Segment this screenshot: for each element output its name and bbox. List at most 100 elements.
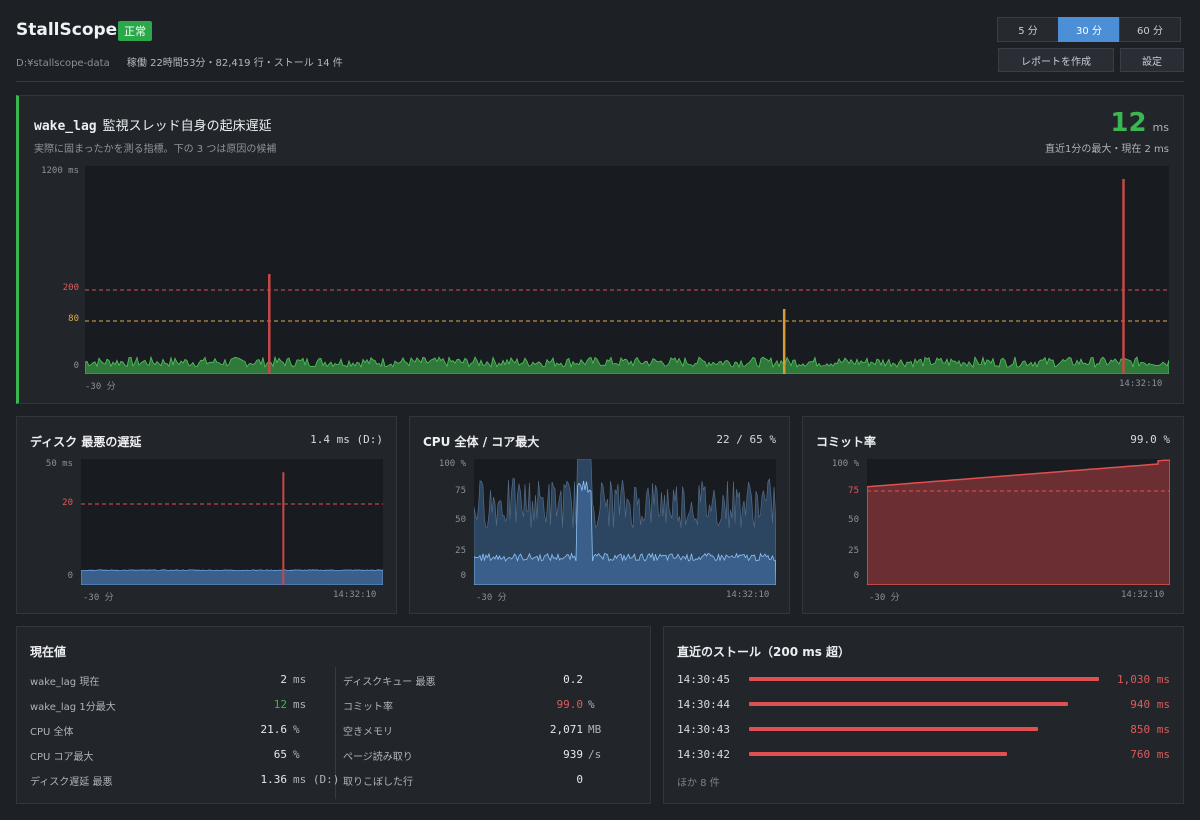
wake-lag-unit: ms bbox=[1152, 121, 1169, 134]
stall-time: 14:30:45 bbox=[677, 673, 730, 686]
wake-lag-number: 12 bbox=[1110, 108, 1147, 138]
x-tick-start: -30 分 bbox=[85, 382, 116, 392]
stall-value: 940 ms bbox=[1130, 698, 1170, 711]
app-title: StallScope bbox=[16, 20, 118, 40]
stall-time: 14:30:42 bbox=[677, 748, 730, 761]
kv-unit: ms bbox=[293, 698, 307, 711]
recent-stalls-title: 直近のストール（200 ms 超） bbox=[677, 645, 851, 659]
commit-x-end: 14:32:10 bbox=[1121, 590, 1165, 600]
data-path: D:¥stallscope-data bbox=[16, 58, 110, 69]
stall-time: 14:30:43 bbox=[677, 723, 730, 736]
kv-unit: % bbox=[588, 698, 595, 711]
wake-lag-series bbox=[84, 355, 1170, 375]
settings-button[interactable]: 設定 bbox=[1120, 48, 1184, 72]
stall-bar bbox=[749, 677, 1099, 681]
commit-series bbox=[866, 459, 1171, 586]
header-divider bbox=[16, 81, 1184, 82]
current-values-panel: 現在値 wake_lag 現在 2 ms wake_lag 1分最大 12 ms… bbox=[16, 626, 651, 804]
commit-panel: コミット率 99.0 % 100 % 75 50 25 0 -30 分 14:3… bbox=[802, 416, 1184, 614]
wake-lag-chart bbox=[84, 166, 1170, 375]
wake-lag-title: wake_lag 監視スレッド自身の起床遅延 bbox=[34, 115, 272, 134]
commit-y-50: 50 bbox=[848, 515, 859, 525]
kv-value: 21.6 bbox=[260, 723, 288, 736]
stall-bar bbox=[749, 727, 1038, 731]
kv-label: ディスク遅延 最悪 bbox=[30, 777, 113, 788]
kv-unit: % bbox=[293, 748, 300, 761]
range-selector: 5 分 30 分 60 分 bbox=[997, 17, 1181, 42]
commit-y-75: 75 bbox=[848, 486, 859, 496]
wake-lag-panel: wake_lag 監視スレッド自身の起床遅延 実際に固まったかを測る指標。下の 3… bbox=[16, 95, 1184, 404]
kv-label: コミット率 bbox=[343, 702, 393, 713]
commit-y-25: 25 bbox=[848, 546, 859, 556]
cpu-y-50: 50 bbox=[455, 515, 466, 525]
wake-lag-value-sub: 直近1分の最大・現在 2 ms bbox=[1044, 144, 1169, 155]
stall-time: 14:30:44 bbox=[677, 698, 730, 711]
cpu-y-75: 75 bbox=[455, 486, 466, 496]
wake-lag-value: 12 ms bbox=[1110, 108, 1169, 138]
kv-value: 99.0 bbox=[556, 698, 584, 711]
run-meta: 稼働 22時間53分・82,419 行・ストール 14 件 bbox=[126, 58, 343, 69]
kv-value: 1.36 bbox=[260, 773, 288, 786]
current-values-title: 現在値 bbox=[30, 645, 67, 659]
wake-lag-key: wake_lag bbox=[34, 119, 97, 134]
status-badge: 正常 bbox=[118, 21, 152, 41]
kv-value: 2,071 bbox=[549, 723, 583, 736]
range-30min-button[interactable]: 30 分 bbox=[1058, 17, 1120, 42]
commit-value: 99.0 % bbox=[1130, 433, 1170, 446]
stalls-more: ほか 8 件 bbox=[677, 778, 720, 789]
disk-x-end: 14:32:10 bbox=[333, 590, 377, 600]
commit-y-100: 100 % bbox=[831, 459, 859, 469]
kv-label: wake_lag 現在 bbox=[30, 677, 100, 688]
kv-unit: /s bbox=[588, 748, 602, 761]
recent-stalls-panel: 直近のストール（200 ms 超） 14:30:45 1,030 ms 14:3… bbox=[663, 626, 1184, 804]
disk-title: ディスク 最悪の遅延 bbox=[30, 435, 142, 449]
disk-chart bbox=[80, 459, 384, 586]
cpu-x-end: 14:32:10 bbox=[726, 590, 770, 600]
disk-y-top: 50 ms bbox=[45, 459, 73, 469]
disk-x-start: -30 分 bbox=[83, 593, 114, 603]
stall-value: 1,030 ms bbox=[1117, 673, 1170, 686]
kv-value: 2 bbox=[280, 673, 287, 686]
disk-value: 1.4 ms (D:) bbox=[310, 433, 383, 446]
cpu-y-25: 25 bbox=[455, 546, 466, 556]
commit-y-0: 0 bbox=[853, 571, 859, 581]
x-tick-end: 14:32:10 bbox=[1119, 379, 1163, 389]
disk-y-20: 20 bbox=[62, 498, 73, 508]
stall-value: 850 ms bbox=[1130, 723, 1170, 736]
cpu-x-start: -30 分 bbox=[476, 593, 507, 603]
wake-lag-svg bbox=[84, 179, 1170, 375]
kv-unit: MB bbox=[588, 723, 602, 736]
disk-y-0: 0 bbox=[67, 571, 73, 581]
kv-unit: % bbox=[293, 723, 300, 736]
kv-value: 65 bbox=[273, 748, 287, 761]
cpu-y-100: 100 % bbox=[438, 459, 466, 469]
commit-title: コミット率 bbox=[816, 435, 877, 449]
y-tick-0: 0 bbox=[73, 361, 79, 371]
kv-value: 0 bbox=[576, 773, 583, 786]
stall-bar bbox=[749, 702, 1068, 706]
range-5min-button[interactable]: 5 分 bbox=[997, 17, 1059, 42]
kv-label: 取りこぼした行 bbox=[343, 777, 413, 788]
sub-info: D:¥stallscope-data 稼働 22時間53分・82,419 行・ス… bbox=[16, 54, 343, 69]
kv-value: 939 bbox=[563, 748, 583, 761]
disk-svg bbox=[80, 472, 384, 586]
kv-label: ページ読み取り bbox=[343, 752, 413, 763]
range-60min-button[interactable]: 60 分 bbox=[1119, 17, 1181, 42]
y-tick-80: 80 bbox=[68, 314, 79, 324]
kv-unit: ms bbox=[293, 673, 307, 686]
wake-lag-subtitle: 実際に固まったかを測る指標。下の 3 つは原因の候補 bbox=[34, 144, 277, 155]
cpu-chart bbox=[473, 458, 777, 586]
commit-x-start: -30 分 bbox=[869, 593, 900, 603]
kv-label: wake_lag 1分最大 bbox=[30, 702, 116, 713]
y-tick-200: 200 bbox=[62, 283, 79, 293]
kv-label: ディスクキュー 最悪 bbox=[343, 677, 436, 688]
wake-lag-desc: 監視スレッド自身の起床遅延 bbox=[102, 119, 272, 134]
commit-chart bbox=[866, 459, 1171, 586]
kv-label: CPU コア最大 bbox=[30, 752, 94, 763]
kv-label: 空きメモリ bbox=[343, 727, 393, 738]
disk-panel: ディスク 最悪の遅延 1.4 ms (D:) 50 ms 20 0 -30 分 … bbox=[16, 416, 397, 614]
kv-value: 12 bbox=[273, 698, 287, 711]
stall-value: 760 ms bbox=[1130, 748, 1170, 761]
create-report-button[interactable]: レポートを作成 bbox=[998, 48, 1114, 72]
kv-unit: ms (D:) bbox=[293, 773, 340, 786]
